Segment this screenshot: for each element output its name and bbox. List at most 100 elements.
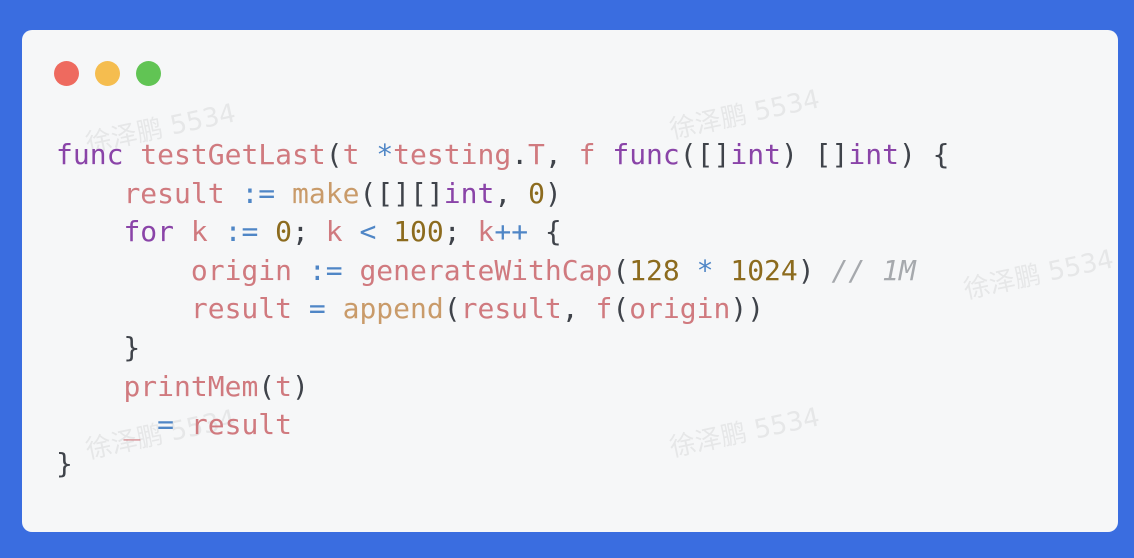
code-window: 徐泽鹏 5534 徐泽鹏 5534 徐泽鹏 5534 徐泽鹏 5534 徐泽鹏 … xyxy=(22,30,1118,532)
code-token: = xyxy=(308,292,326,326)
code-token: _ xyxy=(123,408,141,442)
code-token: k xyxy=(190,215,208,249)
code-token: )) xyxy=(730,292,765,326)
code-token: * xyxy=(376,138,394,171)
code-token: ) xyxy=(292,369,309,403)
code-token: func xyxy=(612,138,680,171)
maximize-button[interactable] xyxy=(136,61,161,86)
minimize-button[interactable] xyxy=(95,61,120,86)
watermark: 徐泽鹏 5534 xyxy=(961,244,1117,306)
code-token: func xyxy=(56,138,124,171)
code-token: . xyxy=(511,138,529,171)
code-line: for k := 0; k < 100; k++ { xyxy=(56,213,950,252)
code-line: func testGetLast(t *testing.T, f func([]… xyxy=(56,136,950,175)
code-token: ( xyxy=(612,253,630,287)
code-token: , xyxy=(544,138,579,171)
code-token: ; xyxy=(292,215,326,249)
code-token: ( xyxy=(612,292,630,326)
code-line: _ = result xyxy=(56,406,950,445)
code-token: result xyxy=(123,176,225,210)
code-line: origin := generateWithCap(128 * 1024) //… xyxy=(56,252,950,291)
code-token: ( xyxy=(443,292,461,326)
code-token: { xyxy=(528,215,562,249)
code-token: := xyxy=(308,253,343,287)
code-token: f xyxy=(595,292,613,326)
code-token: , xyxy=(561,292,596,326)
code-token: k xyxy=(325,215,343,249)
code-token: 0 xyxy=(275,215,293,249)
code-token: := xyxy=(224,215,259,249)
code-token: ) { xyxy=(898,138,950,171)
code-line: } xyxy=(56,445,950,484)
code-token: ) [] xyxy=(780,138,849,171)
code-token: ([][] xyxy=(359,176,444,210)
code-token: T xyxy=(528,138,545,171)
code-token: result xyxy=(190,292,293,326)
code-token: // 1M xyxy=(831,253,916,287)
window-controls xyxy=(54,61,161,86)
code-token: * xyxy=(696,253,714,287)
code-token: 0 xyxy=(528,176,545,210)
code-token: testing xyxy=(393,138,512,171)
code-token: for xyxy=(123,215,175,249)
code-token: t xyxy=(342,138,360,171)
code-token: } xyxy=(56,446,73,480)
code-token: := xyxy=(241,176,276,210)
code-token: int xyxy=(443,176,495,210)
code-token: t xyxy=(275,369,293,403)
code-token: result xyxy=(460,292,562,326)
close-button[interactable] xyxy=(54,61,79,86)
code-token: 128 xyxy=(629,253,680,287)
code-token: } xyxy=(56,330,141,364)
code-line: } xyxy=(56,329,950,368)
code-token: int xyxy=(730,138,781,171)
code-token: , xyxy=(494,176,529,210)
code-block: func testGetLast(t *testing.T, f func([]… xyxy=(56,136,950,483)
code-token: printMem xyxy=(123,369,259,403)
code-token: ++ xyxy=(494,215,529,249)
code-token: origin xyxy=(629,292,731,326)
code-token: int xyxy=(848,138,899,171)
code-token: 100 xyxy=(393,215,444,249)
code-line: result = append(result, f(origin)) xyxy=(56,290,950,329)
code-token: result xyxy=(190,408,293,442)
code-token: generateWithCap xyxy=(359,253,613,287)
code-line: printMem(t) xyxy=(56,368,950,407)
code-token: append xyxy=(342,292,444,326)
code-token: ([] xyxy=(679,138,731,171)
code-token: ) xyxy=(544,176,562,210)
code-token: ( xyxy=(258,369,276,403)
code-token: = xyxy=(157,408,175,442)
code-token: k xyxy=(477,215,495,249)
code-token: 1024 xyxy=(730,253,798,287)
code-line: result := make([][]int, 0) xyxy=(56,175,950,214)
code-token: origin xyxy=(190,253,293,287)
code-token: make xyxy=(292,176,360,210)
code-token: ) xyxy=(797,253,832,287)
code-token: testGetLast xyxy=(140,138,326,171)
code-token: ( xyxy=(325,138,343,171)
code-token: ; xyxy=(443,215,478,249)
